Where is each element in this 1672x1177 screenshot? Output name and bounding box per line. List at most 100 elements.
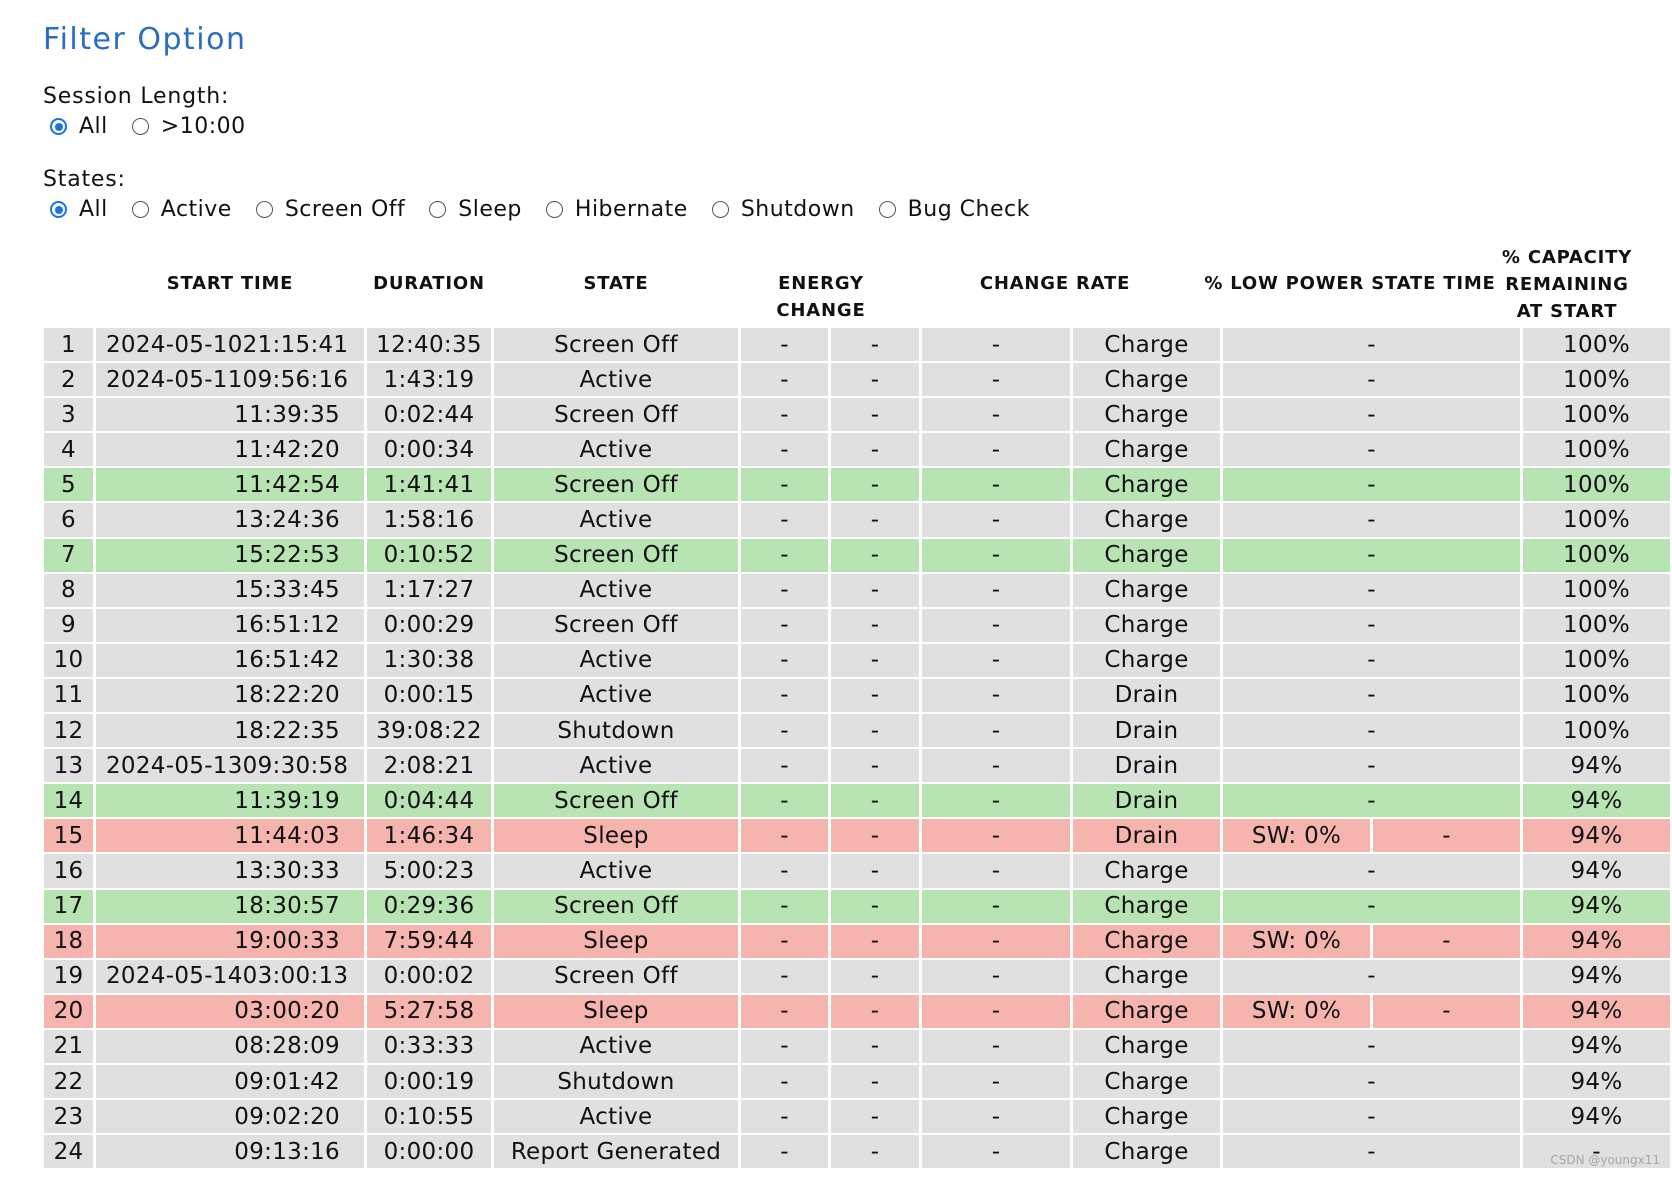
energy-change-cell: - (741, 714, 828, 748)
low-power-cell: - (1223, 1135, 1520, 1169)
start-clock-time: 03:00:13 (242, 963, 349, 990)
energy-change-cell: - (741, 398, 828, 432)
charge-mode-cell: Charge (1073, 1064, 1220, 1099)
state-cell: Active (494, 1029, 738, 1063)
capacity-cell: 94% (1523, 784, 1670, 818)
state-cell: Active (494, 1100, 738, 1134)
radio-button[interactable] (131, 118, 149, 135)
charge-mode-cell: Charge (1073, 854, 1220, 888)
start-date: 2024-05-11 (106, 366, 243, 393)
charge-mode-cell: Charge (1073, 328, 1220, 362)
duration-cell: 39:08:22 (367, 714, 491, 748)
row-number-cell: 13 (44, 749, 93, 783)
change-rate-cell: - (922, 608, 1070, 642)
low-power-hw-cell: - (1373, 819, 1520, 853)
row-number-cell: 11 (44, 678, 93, 713)
radio-button[interactable] (131, 201, 149, 218)
energy-change-percent-cell: - (831, 328, 919, 362)
watermark: CSDN @youngx11 (1550, 1153, 1660, 1167)
state-cell: Report Generated (494, 1135, 738, 1169)
change-rate-cell: - (922, 468, 1070, 502)
states-option-hibernate[interactable]: Hibernate (545, 197, 688, 222)
state-cell: Screen Off (494, 538, 738, 572)
state-cell: Screen Off (494, 608, 738, 642)
start-clock-time: 11:39:35 (234, 401, 340, 428)
radio-button[interactable] (50, 118, 67, 135)
start-clock-time: 13:24:36 (234, 507, 340, 534)
states-option-screen-off[interactable]: Screen Off (255, 197, 406, 222)
states-option-all[interactable]: All (50, 197, 108, 222)
start-clock-time: 11:44:03 (234, 822, 340, 849)
page-title: Filter Option (43, 22, 247, 57)
start-clock-time: 18:22:20 (234, 682, 340, 709)
low-power-hw-cell: - (1373, 994, 1520, 1028)
session-length-option-over-10[interactable]: >10:00 (131, 114, 246, 139)
energy-change-cell: - (741, 608, 828, 642)
row-number-cell: 6 (44, 503, 93, 537)
session-length-option-all[interactable]: All (50, 114, 108, 139)
radio-button[interactable] (878, 201, 896, 218)
change-rate-cell: - (922, 1064, 1070, 1099)
radio-button[interactable] (255, 201, 273, 218)
duration-cell: 1:30:38 (367, 643, 491, 677)
capacity-cell: 94% (1523, 819, 1670, 853)
start-clock-time: 16:51:42 (234, 647, 340, 674)
state-cell: Active (494, 854, 738, 888)
header-state: STATE (583, 273, 649, 294)
start-time-cell: 08:28:09 (96, 1029, 364, 1063)
start-clock-time: 09:01:42 (234, 1068, 340, 1095)
charge-mode-cell: Charge (1073, 608, 1220, 642)
radio-button[interactable] (711, 201, 729, 218)
charge-mode-cell: Charge (1073, 959, 1220, 993)
energy-change-cell: - (741, 959, 828, 993)
state-cell: Active (494, 433, 738, 467)
duration-cell: 0:02:44 (367, 398, 491, 432)
session-length-radio-group: All >10:00 (50, 114, 270, 139)
radio-button[interactable] (429, 201, 447, 218)
energy-change-percent-cell: - (831, 889, 919, 923)
radio-label: Bug Check (907, 197, 1030, 222)
energy-change-cell: - (741, 503, 828, 537)
low-power-cell: - (1223, 503, 1520, 537)
radio-label: All (79, 197, 108, 222)
duration-cell: 1:58:16 (367, 503, 491, 537)
energy-change-percent-cell: - (831, 363, 919, 397)
row-number-cell: 24 (44, 1135, 93, 1169)
start-clock-time: 15:22:53 (234, 542, 340, 569)
duration-cell: 0:10:55 (367, 1100, 491, 1134)
low-power-cell: - (1223, 398, 1520, 432)
radio-label: Screen Off (284, 197, 406, 222)
duration-cell: 0:00:00 (367, 1135, 491, 1169)
energy-change-percent-cell: - (831, 1135, 919, 1169)
states-option-active[interactable]: Active (131, 197, 232, 222)
radio-button[interactable] (50, 201, 67, 218)
energy-change-percent-cell: - (831, 924, 919, 958)
change-rate-cell: - (922, 678, 1070, 713)
capacity-cell: 94% (1523, 1029, 1670, 1063)
low-power-cell: - (1223, 749, 1520, 783)
energy-change-cell: - (741, 924, 828, 958)
capacity-cell: 94% (1523, 994, 1670, 1028)
radio-button[interactable] (545, 201, 563, 218)
start-date: 2024-05-14 (106, 963, 243, 990)
capacity-cell: 100% (1523, 573, 1670, 607)
states-option-sleep[interactable]: Sleep (429, 197, 522, 222)
states-option-shutdown[interactable]: Shutdown (711, 197, 855, 222)
state-cell: Screen Off (494, 468, 738, 502)
start-clock-time: 09:56:16 (242, 366, 349, 393)
energy-change-cell: - (741, 468, 828, 502)
energy-change-percent-cell: - (831, 749, 919, 783)
start-clock-time: 08:28:09 (234, 1033, 340, 1060)
change-rate-cell: - (922, 924, 1070, 958)
capacity-cell: 94% (1523, 889, 1670, 923)
radio-label: Sleep (458, 197, 522, 222)
start-clock-time: 21:15:41 (242, 331, 349, 358)
row-number-cell: 22 (44, 1064, 93, 1099)
low-power-cell: - (1223, 608, 1520, 642)
states-option-bug-check[interactable]: Bug Check (878, 197, 1030, 222)
change-rate-cell: - (922, 714, 1070, 748)
energy-change-cell: - (741, 854, 828, 888)
change-rate-cell: - (922, 749, 1070, 783)
energy-change-cell: - (741, 1135, 828, 1169)
energy-change-cell: - (741, 328, 828, 362)
